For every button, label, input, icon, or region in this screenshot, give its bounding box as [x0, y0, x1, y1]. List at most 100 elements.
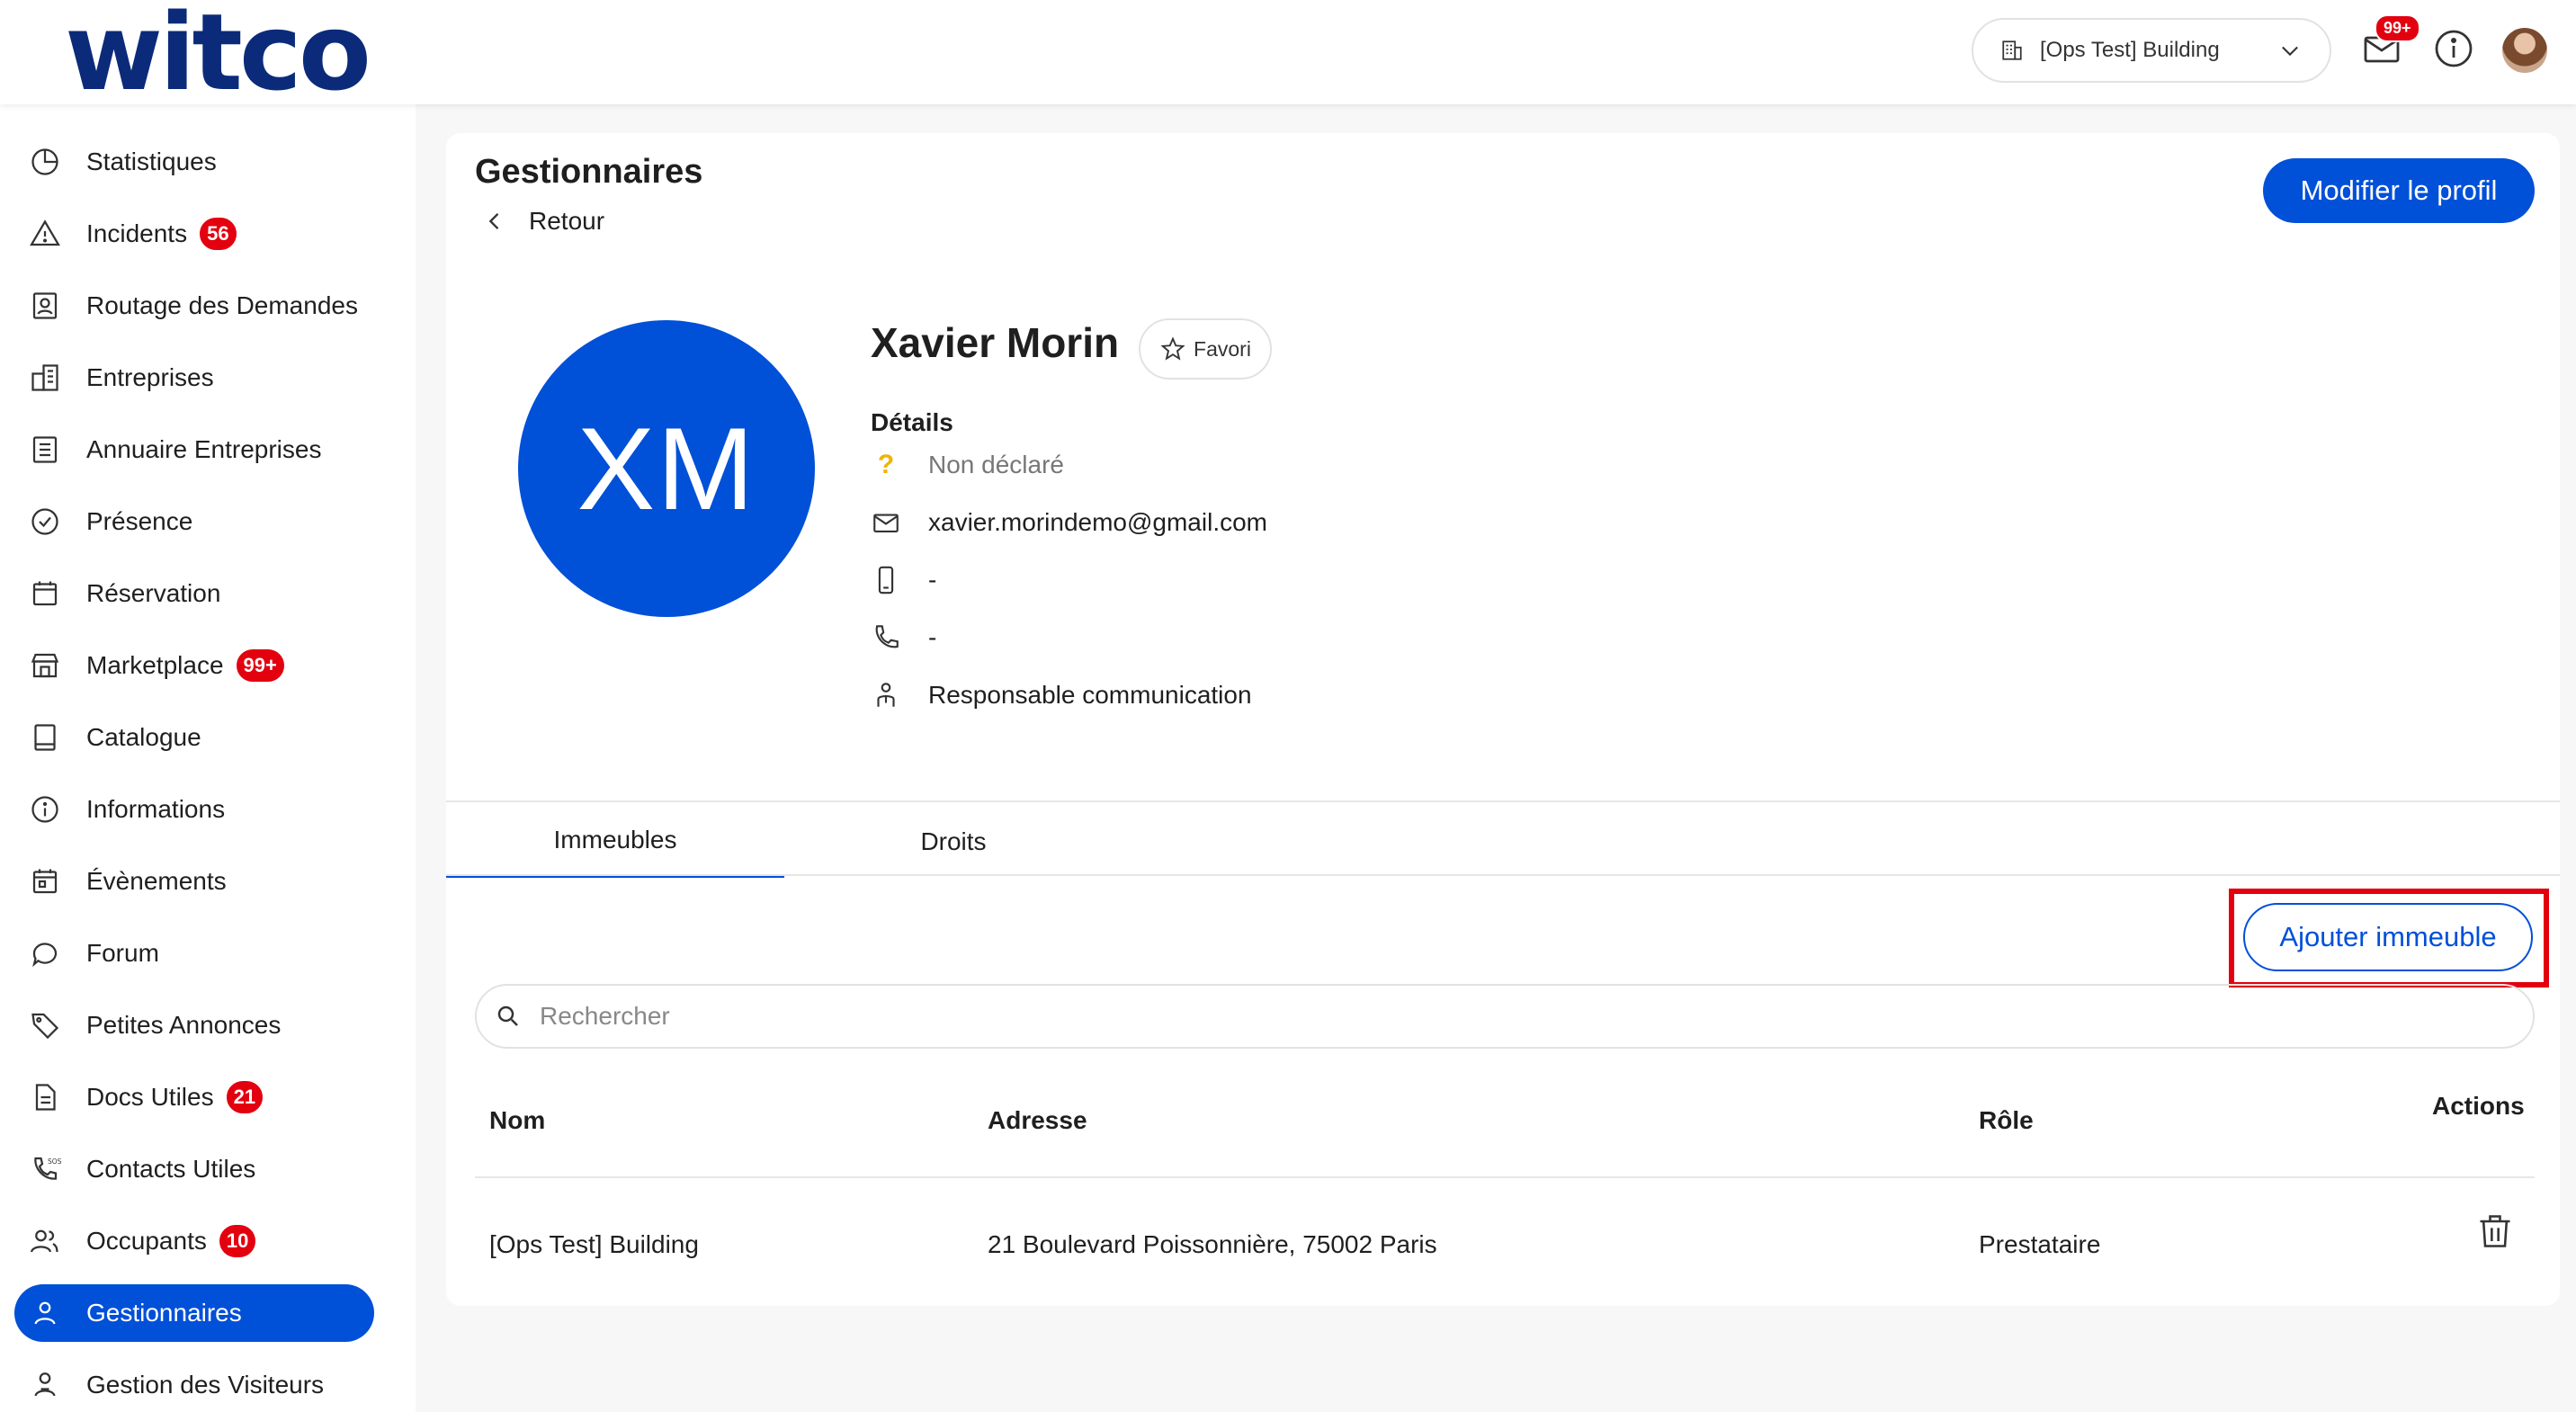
sidebar-item-annuaire[interactable]: Annuaire Entreprises [14, 421, 374, 478]
phone-icon [875, 625, 899, 648]
search-field[interactable] [475, 984, 2535, 1049]
info-icon[interactable] [2432, 27, 2475, 70]
edit-profile-button[interactable]: Modifier le profil [2263, 158, 2535, 223]
user-icon [34, 1301, 56, 1325]
mobile-value: - [928, 566, 937, 594]
sidebar-item-label: Gestion des Visiteurs [86, 1371, 325, 1399]
building-selector[interactable]: [Ops Test] Building [1972, 18, 2331, 83]
marketplace-badge: 99+ [234, 648, 286, 684]
table-divider [475, 1176, 2535, 1178]
info-circle-icon [31, 796, 58, 823]
trash-icon[interactable] [2475, 1209, 2515, 1254]
sidebar-item-incidents[interactable]: Incidents 56 [14, 205, 374, 263]
tag-icon [31, 1013, 59, 1040]
back-link-label: Retour [529, 207, 605, 235]
search-icon [497, 1005, 518, 1026]
sidebar-item-label: Occupants [86, 1227, 207, 1255]
phone-value: - [928, 623, 937, 651]
occupants-badge: 10 [217, 1223, 258, 1259]
sidebar-item-forum[interactable]: Forum [14, 925, 374, 982]
docs-utiles-badge: 21 [224, 1079, 265, 1115]
sidebar-item-informations[interactable]: Informations [14, 781, 374, 838]
warning-icon [30, 219, 60, 246]
sidebar-item-evenements[interactable]: Évènements [14, 853, 374, 910]
users-icon [30, 1229, 58, 1253]
favorite-label: Favori [1194, 336, 1251, 361]
calendar-icon [32, 581, 58, 606]
tab-immeubles[interactable]: Immeubles [446, 806, 784, 878]
divider [446, 800, 2560, 802]
star-icon [1160, 336, 1185, 361]
building-selector-label: [Ops Test] Building [2040, 38, 2220, 62]
sidebar-item-label: Incidents [86, 219, 188, 247]
question-icon: ? [877, 450, 895, 479]
column-header-name: Nom [489, 1106, 546, 1134]
sidebar-item-petites-annonces[interactable]: Petites Annonces [14, 996, 374, 1054]
row-building-name: [Ops Test] Building [489, 1230, 699, 1258]
divider [446, 874, 2560, 876]
sidebar-item-routage[interactable]: Routage des Demandes [14, 277, 374, 335]
check-circle-icon [31, 508, 58, 535]
sidebar-item-gestion-visiteurs[interactable]: Gestion des Visiteurs [14, 1356, 374, 1412]
chat-icon [32, 943, 58, 968]
column-header-role: Rôle [1979, 1106, 2034, 1134]
detail-job: Responsable communication [871, 680, 1252, 710]
pie-chart-icon [31, 148, 58, 175]
sidebar: Statistiques Incidents 56 Routage des De… [0, 104, 416, 1412]
sidebar-item-occupants[interactable]: Occupants 10 [14, 1212, 374, 1270]
column-header-address: Adresse [988, 1106, 1087, 1134]
sidebar-item-marketplace[interactable]: Marketplace 99+ [14, 637, 374, 694]
directory-icon [32, 436, 58, 463]
detail-email: xavier.morindemo@gmail.com [871, 507, 1267, 538]
email-value[interactable]: xavier.morindemo@gmail.com [928, 508, 1267, 537]
sidebar-item-statistiques[interactable]: Statistiques [14, 133, 374, 191]
notifications-badge: 99+ [2375, 14, 2420, 42]
favorite-button[interactable]: Favori [1139, 318, 1272, 380]
user-name: Xavier Morin [871, 319, 1120, 366]
search-input[interactable] [540, 1002, 2339, 1031]
sidebar-item-reservation[interactable]: Réservation [14, 565, 374, 622]
incidents-badge: 56 [198, 216, 238, 252]
chevron-left-icon [488, 213, 499, 229]
buildings-icon [31, 364, 58, 391]
witco-logo[interactable]: witco [65, 0, 371, 105]
mail-icon [873, 514, 899, 532]
back-link[interactable]: Retour [482, 207, 604, 236]
sidebar-item-label: Marketplace [86, 651, 224, 679]
sidebar-item-label: Entreprises [86, 363, 214, 391]
top-bar: witco [Ops Test] Building 99+ [0, 0, 2576, 105]
sidebar-item-label: Statistiques [86, 147, 217, 175]
status-value: Non déclaré [928, 451, 1064, 478]
sidebar-item-gestionnaires[interactable]: Gestionnaires [14, 1284, 374, 1342]
sidebar-item-contacts-utiles[interactable]: SOS Contacts Utiles [14, 1140, 374, 1198]
sidebar-item-label: Docs Utiles [86, 1083, 214, 1111]
job-title-icon [877, 683, 895, 707]
sidebar-item-label: Contacts Utiles [86, 1155, 256, 1183]
add-building-button[interactable]: Ajouter immeuble [2243, 903, 2533, 971]
detail-mobile: - [871, 565, 936, 595]
sidebar-item-presence[interactable]: Présence [14, 493, 374, 550]
tab-droits[interactable]: Droits [784, 806, 1123, 878]
book-icon [34, 724, 56, 751]
sidebar-item-label: Évènements [86, 867, 227, 895]
sidebar-item-docs-utiles[interactable]: Docs Utiles 21 [14, 1068, 374, 1126]
sidebar-item-label: Informations [86, 795, 226, 823]
job-title-value: Responsable communication [928, 681, 1252, 709]
store-icon [31, 653, 59, 678]
row-building-role: Prestataire [1979, 1230, 2101, 1258]
chevron-down-icon [2282, 46, 2298, 57]
profile-avatar: XM [518, 320, 815, 617]
building-icon [2002, 40, 2022, 60]
sidebar-item-label: Présence [86, 507, 193, 535]
phone-sos-icon: SOS [34, 1157, 61, 1180]
column-header-actions: Actions [2432, 1092, 2525, 1120]
mobile-phone-icon [878, 566, 894, 594]
user-avatar[interactable] [2502, 28, 2547, 73]
sidebar-item-label: Catalogue [86, 723, 201, 751]
sidebar-item-catalogue[interactable]: Catalogue [14, 709, 374, 766]
sidebar-item-label: Forum [86, 939, 159, 967]
sidebar-item-label: Gestionnaires [86, 1299, 242, 1327]
main-content-card: Gestionnaires Retour Modifier le profil … [446, 133, 2560, 1306]
sidebar-item-entreprises[interactable]: Entreprises [14, 349, 374, 407]
details-title: Détails [871, 408, 953, 436]
